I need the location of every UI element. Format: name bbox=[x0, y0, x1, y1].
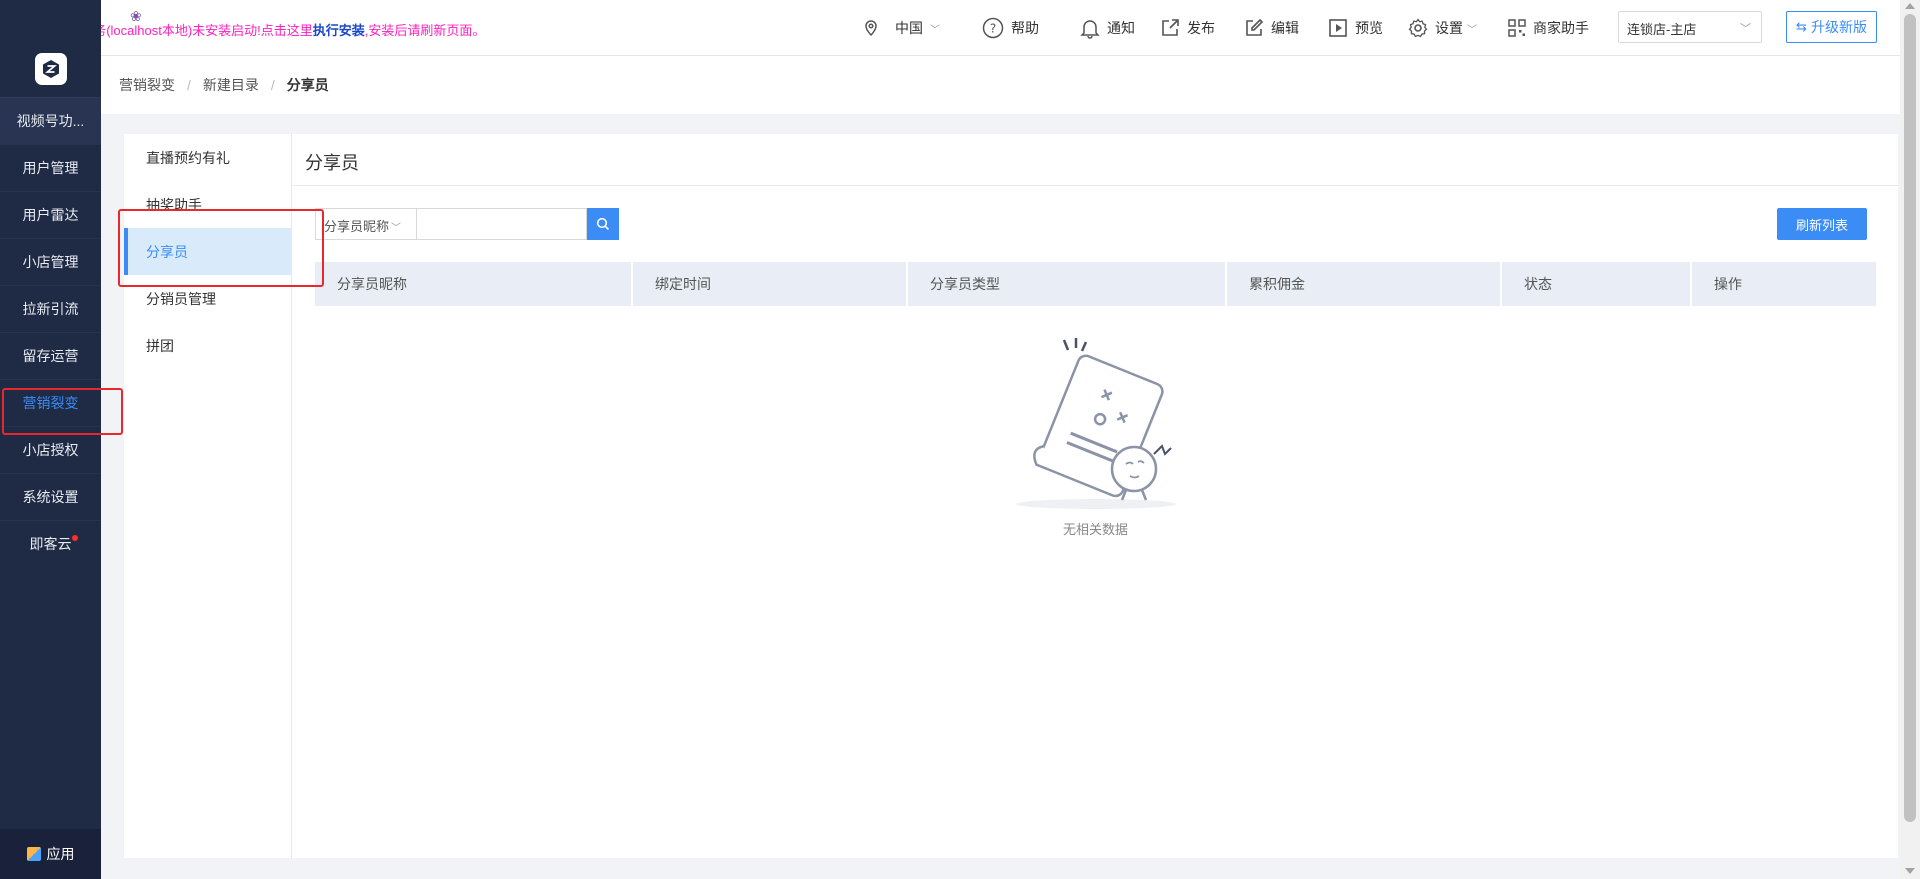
bell-icon bbox=[1080, 20, 1100, 39]
publish-label: 发布 bbox=[1187, 20, 1215, 36]
preview-button[interactable]: 预览 bbox=[1328, 0, 1383, 56]
submenu-item-live-reservation[interactable]: 直播预约有礼 bbox=[124, 134, 291, 181]
main-area: 分享员 分享员昵称 ﹀ 刷新列表 分享员昵称 绑定时间 分享员类型 累积佣金 状态… bbox=[293, 134, 1898, 858]
assistant-label: 商家助手 bbox=[1533, 20, 1589, 36]
store-select[interactable]: 连锁店-主店 ﹀ bbox=[1618, 11, 1762, 43]
sidebar-item-radar[interactable]: 用户雷达 bbox=[0, 191, 101, 238]
apps-label: 应用 bbox=[46, 846, 75, 862]
scroll-up-icon[interactable] bbox=[1905, 3, 1915, 9]
search-icon bbox=[596, 217, 610, 231]
top-header: Clodop云打印服务(localhost本地)未安装启动!点击这里执行安装,安… bbox=[0, 0, 1900, 56]
sidebar-item-cloud[interactable]: 即客云 bbox=[0, 520, 101, 567]
gear-icon bbox=[1408, 18, 1428, 38]
sidebar-item-label: 视频号功... bbox=[16, 113, 85, 129]
sidebar-item-label: 留存运营 bbox=[22, 348, 79, 364]
sidebar-item-label: 即客云 bbox=[29, 536, 72, 552]
edit-label: 编辑 bbox=[1271, 20, 1299, 36]
search-bar: 分享员昵称 ﹀ bbox=[315, 208, 619, 240]
settings-label: 设置 bbox=[1435, 20, 1463, 36]
submenu-item-group-buy[interactable]: 拼团 bbox=[124, 322, 291, 369]
app-logo[interactable] bbox=[34, 52, 67, 85]
logo-area bbox=[0, 0, 101, 97]
refresh-list-button[interactable]: 刷新列表 bbox=[1777, 208, 1867, 240]
sidebar-item-label: 小店授权 bbox=[22, 442, 79, 458]
breadcrumb-item[interactable]: 营销裂变 bbox=[119, 75, 175, 95]
chevron-down-icon: ﹀ bbox=[391, 223, 402, 234]
sidebar-item-label: 小店管理 bbox=[22, 254, 79, 270]
content-panel: 直播预约有礼 抽奖助手 分享员 分销员管理 拼团 分享员 分享员昵称 ﹀ 刷新列表… bbox=[124, 134, 1898, 858]
apps-button[interactable]: 应用 bbox=[0, 829, 101, 879]
chevron-down-icon: ﹀ bbox=[1740, 23, 1751, 35]
breadcrumb-separator: / bbox=[187, 77, 191, 93]
scrollbar-thumb[interactable] bbox=[1904, 14, 1916, 822]
notify-label: 通知 bbox=[1107, 20, 1135, 36]
column-header: 操作 bbox=[1714, 276, 1742, 292]
column-header: 分享员类型 bbox=[908, 262, 1227, 306]
column-header: 状态 bbox=[1502, 262, 1692, 306]
column-header: 累积佣金 bbox=[1227, 262, 1502, 306]
publish-icon bbox=[1162, 19, 1179, 36]
column-header: 分享员昵称 bbox=[315, 262, 633, 306]
settings-button[interactable]: 设置 ﹀ bbox=[1408, 0, 1477, 56]
sidebar-item-shop[interactable]: 小店管理 bbox=[0, 238, 101, 285]
sidebar-item-label: 用户管理 bbox=[22, 160, 79, 176]
help-icon: ? bbox=[982, 17, 1004, 39]
sidebar-item-label: 拉新引流 bbox=[22, 301, 79, 317]
sidebar-item-label: 系统设置 bbox=[22, 489, 79, 505]
breadcrumb-item[interactable]: 新建目录 bbox=[203, 75, 259, 95]
empty-illustration bbox=[1015, 338, 1176, 509]
qrcode-icon bbox=[1508, 19, 1526, 37]
empty-state: 无相关数据 bbox=[293, 334, 1898, 538]
help-button[interactable]: ? 帮助 bbox=[982, 0, 1039, 56]
cube-icon bbox=[26, 847, 41, 861]
search-input[interactable] bbox=[417, 208, 587, 240]
upgrade-label: 升级新版 bbox=[1810, 19, 1867, 35]
sidebar-item-label: 用户雷达 bbox=[22, 207, 79, 223]
empty-text: 无相关数据 bbox=[1062, 522, 1128, 537]
region-select[interactable]: 中国 ﹀ bbox=[862, 0, 940, 56]
search-type-value: 分享员昵称 bbox=[324, 219, 390, 234]
sidebar-item-channels[interactable]: 视频号功... bbox=[0, 97, 101, 144]
search-type-select[interactable]: 分享员昵称 ﹀ bbox=[315, 208, 417, 240]
page-title: 分享员 bbox=[293, 134, 1898, 186]
sidebar-item-system-settings[interactable]: 系统设置 bbox=[0, 473, 101, 520]
breadcrumb-separator: / bbox=[270, 77, 275, 93]
submenu-item-label: 分销员管理 bbox=[146, 290, 216, 307]
breadcrumb-current: 分享员 bbox=[286, 77, 329, 93]
table-header: 分享员昵称 绑定时间 分享员类型 累积佣金 状态 操作 bbox=[315, 262, 1876, 306]
preview-label: 预览 bbox=[1355, 20, 1383, 36]
edit-icon bbox=[1246, 18, 1264, 36]
submenu-item-label: 直播预约有礼 bbox=[146, 149, 230, 166]
notification-dot bbox=[72, 535, 78, 541]
location-pin-icon bbox=[865, 20, 877, 37]
flower-icon: ❀ bbox=[130, 8, 142, 24]
main-sidebar: 视频号功... 用户管理 用户雷达 小店管理 拉新引流 留存运营 营销裂变 小店… bbox=[0, 0, 101, 879]
swap-icon: ⇆ bbox=[1796, 19, 1807, 34]
store-select-value: 连锁店-主店 bbox=[1627, 22, 1697, 37]
column-header: 绑定时间 bbox=[633, 262, 908, 306]
install-link[interactable]: 执行安装 bbox=[313, 23, 365, 38]
submenu-item-label: 拼团 bbox=[146, 337, 174, 354]
annotation-box-sidebar bbox=[2, 388, 123, 435]
annotation-box-submenu bbox=[118, 209, 324, 287]
breadcrumb: 营销裂变 / 新建目录 / 分享员 bbox=[101, 56, 1900, 114]
chevron-down-icon: ﹀ bbox=[1467, 24, 1477, 36]
sidebar-item-users[interactable]: 用户管理 bbox=[0, 144, 101, 191]
help-label: 帮助 bbox=[1011, 20, 1039, 36]
merchant-assistant-button[interactable]: 商家助手 bbox=[1508, 0, 1589, 56]
region-label: 中国 bbox=[895, 20, 923, 36]
svg-text:?: ? bbox=[990, 22, 996, 36]
chevron-down-icon: ﹀ bbox=[930, 24, 940, 36]
sidebar-item-acquisition[interactable]: 拉新引流 bbox=[0, 285, 101, 332]
edit-button[interactable]: 编辑 bbox=[1244, 0, 1299, 56]
notify-button[interactable]: 通知 bbox=[1080, 0, 1135, 56]
play-icon bbox=[1329, 19, 1347, 37]
print-warning-suffix: ,安装后请刷新页面。 bbox=[364, 23, 486, 38]
scroll-down-icon[interactable] bbox=[1905, 868, 1915, 874]
sidebar-item-retention[interactable]: 留存运营 bbox=[0, 332, 101, 379]
publish-button[interactable]: 发布 bbox=[1160, 0, 1215, 56]
upgrade-button[interactable]: ⇆ 升级新版 bbox=[1786, 11, 1877, 43]
logo-icon bbox=[42, 59, 59, 78]
search-button[interactable] bbox=[587, 208, 619, 240]
